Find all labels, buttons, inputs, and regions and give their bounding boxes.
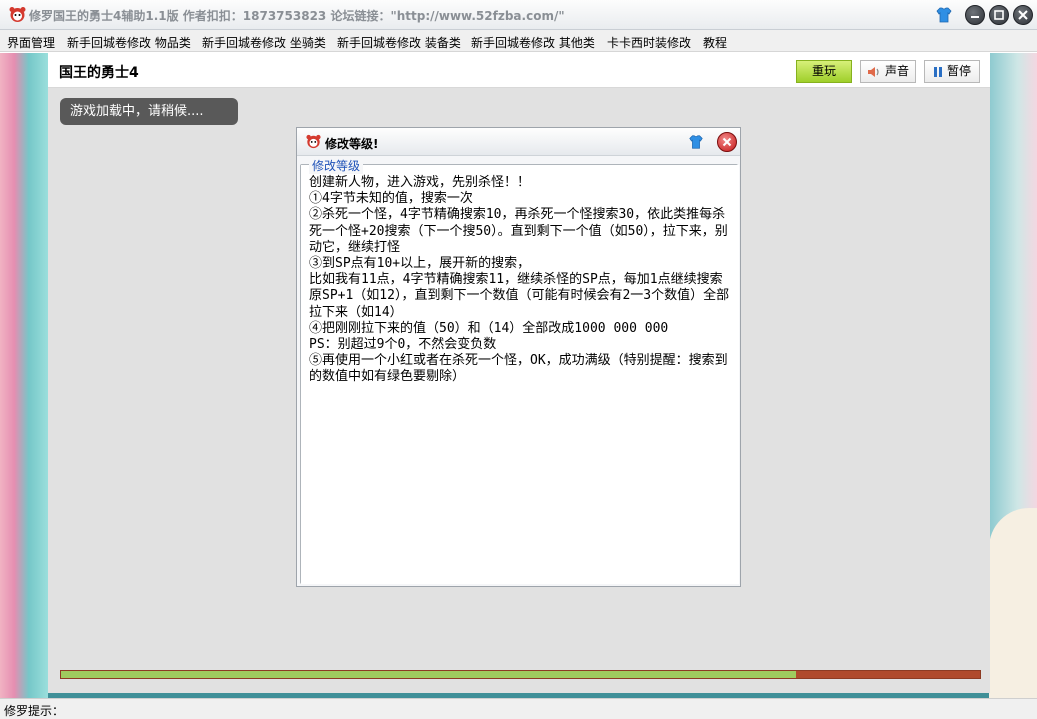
replay-label: 重玩 — [811, 64, 836, 78]
loading-message: 游戏加载中，请稍候.... — [60, 98, 238, 125]
close-button[interactable] — [1013, 5, 1033, 25]
game-title: 国王的勇士4 — [59, 65, 139, 81]
minimize-icon — [971, 16, 979, 18]
dialog-title-bar[interactable]: 修改等级! — [297, 128, 740, 156]
speaker-icon — [867, 66, 879, 77]
dialog-skin-shirt-icon[interactable] — [688, 134, 704, 150]
game-header: 国王的勇士4 重玩 声音 暂停 — [48, 53, 990, 88]
close-icon — [1018, 10, 1028, 20]
minimize-button[interactable] — [965, 5, 985, 25]
menu-item-items[interactable]: 新手回城卷修改 物品类 — [67, 34, 191, 51]
skin-shirt-icon[interactable] — [935, 6, 953, 24]
menu-item-equipment[interactable]: 新手回城卷修改 装备类 — [337, 34, 461, 51]
menu-item-interface[interactable]: 界面管理 — [7, 34, 55, 51]
group-legend: 修改等级 — [309, 157, 364, 174]
modify-level-group: 创建新人物，进入游戏，先别杀怪！！ ①4字节未知的值，搜索一次 ②杀死一个怪，4… — [300, 157, 739, 584]
pause-icon — [933, 66, 942, 77]
menu-item-mounts[interactable]: 新手回城卷修改 坐骑类 — [202, 34, 326, 51]
sound-label: 声音 — [884, 64, 909, 78]
dialog-close-icon — [722, 137, 732, 147]
status-bar: 修罗提示： — [0, 698, 1037, 719]
menu-item-kakashi-costume[interactable]: 卡卡西时装修改 — [607, 34, 691, 51]
status-label: 修罗提示： — [4, 704, 65, 718]
left-decoration — [0, 53, 48, 698]
loading-progress-fill — [61, 671, 797, 678]
sound-button[interactable]: 声音 — [860, 60, 916, 83]
dialog-close-button[interactable] — [717, 132, 737, 152]
app-mascot-icon — [9, 7, 26, 22]
replay-button[interactable]: 重玩 — [796, 60, 852, 83]
title-bar: 修罗国王的勇士4辅助1.1版 作者扣扣：1873753823 论坛链接："htt… — [0, 0, 1037, 30]
loading-progress-bar — [60, 670, 981, 679]
window-title: 修罗国王的勇士4辅助1.1版 作者扣扣：1873753823 论坛链接："htt… — [29, 9, 565, 23]
instructions-text[interactable]: 创建新人物，进入游戏，先别杀怪！！ ①4字节未知的值，搜索一次 ②杀死一个怪，4… — [301, 165, 739, 584]
menu-item-other[interactable]: 新手回城卷修改 其他类 — [471, 34, 595, 51]
maximize-icon — [994, 10, 1004, 20]
menu-item-tutorial[interactable]: 教程 — [703, 34, 727, 51]
modify-level-dialog: 修改等级! 创建新人物，进入游戏，先别杀怪！！ ①4字节未知的值，搜索一次 ②杀… — [296, 127, 741, 587]
pause-label: 暂停 — [946, 64, 971, 78]
pause-button[interactable]: 暂停 — [924, 60, 980, 83]
maximize-button[interactable] — [989, 5, 1009, 25]
dialog-mascot-icon — [306, 134, 321, 149]
dialog-title: 修改等级! — [325, 137, 379, 151]
right-sand-decoration — [989, 508, 1037, 698]
menu-bar: 界面管理 新手回城卷修改 物品类 新手回城卷修改 坐骑类 新手回城卷修改 装备类… — [0, 30, 1037, 52]
